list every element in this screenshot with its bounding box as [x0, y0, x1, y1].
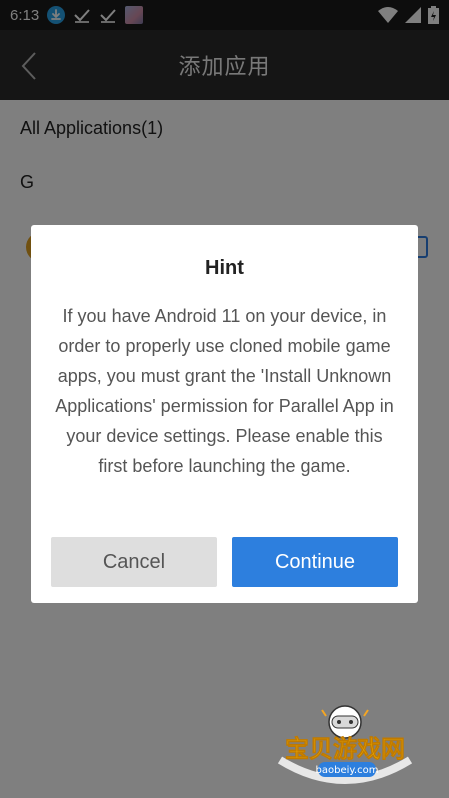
hint-dialog: Hint If you have Android 11 on your devi…: [31, 225, 418, 603]
dialog-title: Hint: [205, 257, 244, 279]
watermark-logo: 宝贝游戏网 baobeiy.com: [270, 700, 420, 795]
watermark-brand: 宝贝游戏网: [285, 735, 405, 763]
continue-button[interactable]: Continue: [232, 537, 398, 587]
dialog-message: If you have Android 11 on your device, i…: [55, 306, 394, 476]
cancel-button[interactable]: Cancel: [51, 537, 217, 587]
watermark-domain: baobeiy.com: [316, 765, 379, 776]
